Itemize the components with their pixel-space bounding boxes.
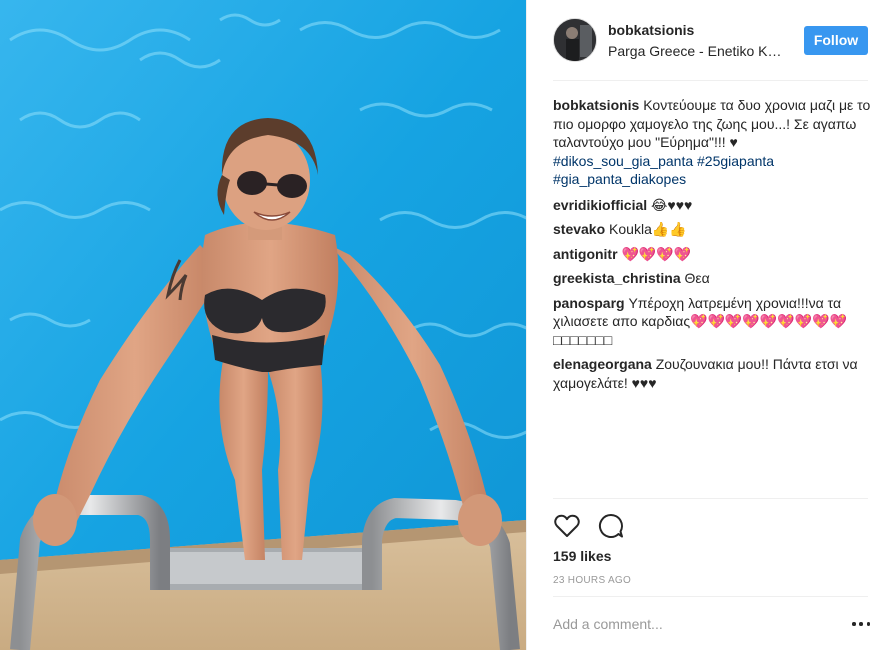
header-text: bobkatsionis Parga Greece - Enetiko Kast…	[608, 21, 804, 60]
more-options-button[interactable]	[852, 617, 870, 631]
comment-text: 💖💖💖💖	[621, 245, 692, 262]
action-bar	[553, 512, 641, 540]
like-button[interactable]	[553, 512, 581, 540]
post-timestamp[interactable]: 23 HOURS AGO	[553, 575, 631, 586]
hashtag-link[interactable]: #dikos_sou_gia_panta	[553, 153, 693, 169]
comment-text: Θεα	[684, 270, 710, 286]
comment-item: stevako Koukla👍👍	[553, 220, 871, 239]
comment-text: Koukla👍👍	[609, 221, 687, 237]
comment-text: 😂♥♥♥	[651, 196, 693, 213]
ellipsis-icon-dot	[859, 622, 863, 626]
post-photo[interactable]	[0, 0, 526, 650]
comment-button[interactable]	[597, 512, 625, 540]
comment-item: greekista_christina Θεα	[553, 269, 871, 288]
comment-item: antigonitr 💖💖💖💖	[553, 245, 871, 264]
heart-outline-icon	[554, 514, 580, 537]
comment-username[interactable]: panosparg	[553, 295, 625, 311]
comment-username[interactable]: stevako	[553, 221, 605, 237]
post-header: bobkatsionis Parga Greece - Enetiko Kast…	[553, 14, 868, 66]
post-sidebar: bobkatsionis Parga Greece - Enetiko Kast…	[526, 0, 890, 650]
caption: bobkatsionis Κοντεύουμε τα δυο χρονια μα…	[553, 96, 871, 189]
hashtag-link[interactable]: #gia_panta_diakopes	[553, 171, 686, 187]
avatar[interactable]	[553, 18, 597, 62]
pool-photo-illustration	[0, 0, 526, 650]
likes-count[interactable]: 159 likes	[553, 548, 611, 564]
speech-bubble-icon	[599, 513, 623, 538]
comment-username[interactable]: elenageorgana	[553, 356, 652, 372]
actions-divider	[553, 498, 868, 499]
header-location[interactable]: Parga Greece - Enetiko Kastro	[608, 42, 784, 60]
comment-item: evridikiofficial 😂♥♥♥	[553, 196, 871, 215]
comment-divider	[553, 596, 868, 597]
ellipsis-icon-dot	[866, 622, 870, 626]
post-container: bobkatsionis Parga Greece - Enetiko Kast…	[0, 0, 890, 650]
hashtag-link[interactable]: #25giapanta	[697, 153, 774, 169]
caption-username[interactable]: bobkatsionis	[553, 97, 639, 113]
comment-username[interactable]: greekista_christina	[553, 270, 681, 286]
comments-list: bobkatsionis Κοντεύουμε τα δυο χρονια μα…	[553, 96, 871, 398]
ellipsis-icon-dot	[852, 622, 856, 626]
comment-item: elenageorgana Ζουζουνακια μου!! Πάντα ετ…	[553, 355, 871, 392]
add-comment-input[interactable]	[553, 616, 833, 632]
header-username[interactable]: bobkatsionis	[608, 21, 804, 39]
comment-username[interactable]: antigonitr	[553, 246, 618, 262]
follow-button[interactable]: Follow	[804, 25, 868, 55]
header-divider	[553, 80, 868, 81]
avatar-photo-icon	[554, 19, 596, 61]
comment-item: panosparg Υπέροχη λατρεμένη χρονια!!!να …	[553, 294, 871, 350]
comment-username[interactable]: evridikiofficial	[553, 197, 647, 213]
